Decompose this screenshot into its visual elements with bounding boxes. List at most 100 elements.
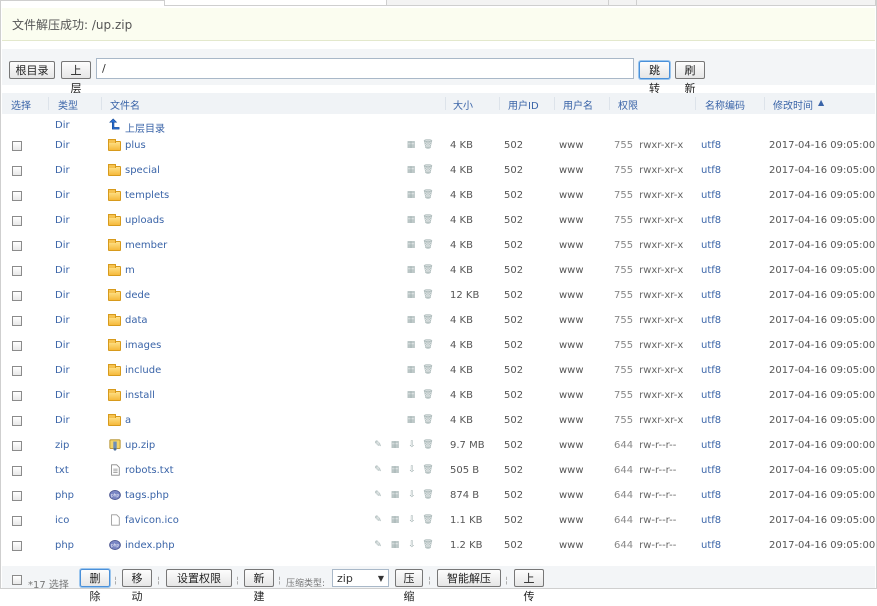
row-checkbox[interactable]	[12, 516, 22, 526]
row-checkbox[interactable]	[12, 341, 22, 351]
file-name-link[interactable]: install	[125, 390, 155, 401]
root-dir-button[interactable]: 根目录	[9, 61, 55, 79]
file-encoding[interactable]: utf8	[701, 240, 721, 251]
download-icon[interactable]: ⇩	[406, 515, 418, 525]
row-checkbox[interactable]	[12, 241, 22, 251]
trash-icon[interactable]: 🗑	[422, 540, 434, 550]
file-row[interactable]: Dir a ▦ 🗑 4 KB 502 www 755 rwxr-xr-x utf8 2017-04-…	[2, 409, 875, 434]
properties-icon[interactable]: ▦	[389, 515, 401, 525]
file-encoding[interactable]: utf8	[701, 340, 721, 351]
new-button[interactable]: 新建	[244, 569, 274, 603]
properties-icon[interactable]: ▦	[405, 390, 417, 400]
file-name-link[interactable]: robots.txt	[125, 465, 174, 476]
file-permission[interactable]: 644 rw-r--r--	[614, 465, 676, 476]
file-permission[interactable]: 755 rwxr-xr-x	[614, 165, 683, 176]
properties-icon[interactable]: ▦	[389, 440, 401, 450]
edit-icon[interactable]: ✎	[372, 465, 384, 475]
file-permission[interactable]: 755 rwxr-xr-x	[614, 390, 683, 401]
properties-icon[interactable]: ▦	[405, 290, 417, 300]
properties-icon[interactable]: ▦	[405, 340, 417, 350]
file-row[interactable]: Dir templets ▦ 🗑 4 KB 502 www 755 rwxr-xr-x utf8 2…	[2, 184, 875, 209]
properties-icon[interactable]: ▦	[405, 415, 417, 425]
file-permission[interactable]: 755 rwxr-xr-x	[614, 215, 683, 226]
file-encoding[interactable]: utf8	[701, 465, 721, 476]
properties-icon[interactable]: ▦	[405, 190, 417, 200]
file-encoding[interactable]: utf8	[701, 265, 721, 276]
file-encoding[interactable]: utf8	[701, 165, 721, 176]
tab-active[interactable]	[164, 0, 388, 6]
edit-icon[interactable]: ✎	[372, 490, 384, 500]
file-encoding[interactable]: utf8	[701, 140, 721, 151]
file-permission[interactable]: 755 rwxr-xr-x	[614, 240, 683, 251]
download-icon[interactable]: ⇩	[406, 490, 418, 500]
trash-icon[interactable]: 🗑	[422, 215, 434, 225]
col-size[interactable]: 大小	[453, 97, 473, 112]
download-icon[interactable]: ⇩	[406, 465, 418, 475]
file-row[interactable]: Dir install ▦ 🗑 4 KB 502 www 755 rwxr-xr-x utf8 20…	[2, 384, 875, 409]
row-checkbox[interactable]	[12, 541, 22, 551]
file-permission[interactable]: 755 rwxr-xr-x	[614, 365, 683, 376]
col-perm[interactable]: 权限	[618, 97, 638, 112]
row-checkbox[interactable]	[12, 166, 22, 176]
col-uid[interactable]: 用户ID	[508, 97, 539, 112]
edit-icon[interactable]: ✎	[372, 515, 384, 525]
file-permission[interactable]: 755 rwxr-xr-x	[614, 415, 683, 426]
row-checkbox[interactable]	[12, 391, 22, 401]
trash-icon[interactable]: 🗑	[422, 515, 434, 525]
trash-icon[interactable]: 🗑	[422, 290, 434, 300]
file-permission[interactable]: 644 rw-r--r--	[614, 515, 676, 526]
properties-icon[interactable]: ▦	[405, 240, 417, 250]
file-encoding[interactable]: utf8	[701, 315, 721, 326]
properties-icon[interactable]: ▦	[405, 165, 417, 175]
download-icon[interactable]: ⇩	[406, 540, 418, 550]
file-name-link[interactable]: up.zip	[125, 440, 155, 451]
trash-icon[interactable]: 🗑	[422, 190, 434, 200]
file-row[interactable]: zip up.zip ✎ ▦ ⇩ 🗑 9.7 MB 502 www 644 rw-r--r-- utf…	[2, 434, 875, 459]
trash-icon[interactable]: 🗑	[422, 490, 434, 500]
row-checkbox[interactable]	[12, 316, 22, 326]
row-checkbox[interactable]	[12, 216, 22, 226]
trash-icon[interactable]: 🗑	[422, 465, 434, 475]
file-permission[interactable]: 755 rwxr-xr-x	[614, 190, 683, 201]
edit-icon[interactable]: ✎	[372, 540, 384, 550]
go-button[interactable]: 跳转	[639, 61, 670, 95]
upload-button[interactable]: 上传	[514, 569, 544, 603]
file-row[interactable]: Dir plus ▦ 🗑 4 KB 502 www 755 rwxr-xr-x utf8 2017-…	[2, 134, 875, 159]
edit-icon[interactable]: ✎	[372, 440, 384, 450]
file-name-link[interactable]: plus	[125, 140, 146, 151]
properties-icon[interactable]: ▦	[389, 540, 401, 550]
file-name-link[interactable]: special	[125, 165, 160, 176]
properties-icon[interactable]: ▦	[405, 315, 417, 325]
up-level-button[interactable]: 上层	[61, 61, 91, 95]
properties-icon[interactable]: ▦	[405, 365, 417, 375]
move-button[interactable]: 移动	[122, 569, 152, 603]
file-row[interactable]: php php index.php ✎ ▦ ⇩ 🗑 1.2 KB 502 www 644 rw-r--…	[2, 534, 875, 559]
row-checkbox[interactable]	[12, 466, 22, 476]
trash-icon[interactable]: 🗑	[422, 365, 434, 375]
properties-icon[interactable]: ▦	[405, 140, 417, 150]
file-encoding[interactable]: utf8	[701, 215, 721, 226]
parent-dir-link[interactable]: 上层目录	[125, 120, 165, 135]
row-checkbox[interactable]	[12, 266, 22, 276]
tab-4[interactable]	[636, 0, 876, 6]
trash-icon[interactable]: 🗑	[422, 390, 434, 400]
col-type[interactable]: 类型	[58, 97, 78, 112]
file-permission[interactable]: 644 rw-r--r--	[614, 490, 676, 501]
row-checkbox[interactable]	[12, 366, 22, 376]
properties-icon[interactable]: ▦	[389, 465, 401, 475]
tab-3[interactable]	[608, 0, 638, 6]
trash-icon[interactable]: 🗑	[422, 315, 434, 325]
file-permission[interactable]: 755 rwxr-xr-x	[614, 290, 683, 301]
file-row[interactable]: txt robots.txt ✎ ▦ ⇩ 🗑 505 B 502 www 644 rw-r--r--…	[2, 459, 875, 484]
file-permission[interactable]: 644 rw-r--r--	[614, 440, 676, 451]
file-permission[interactable]: 644 rw-r--r--	[614, 540, 676, 551]
file-name-link[interactable]: templets	[125, 190, 169, 201]
trash-icon[interactable]: 🗑	[422, 165, 434, 175]
file-encoding[interactable]: utf8	[701, 515, 721, 526]
file-row[interactable]: ico favicon.ico ✎ ▦ ⇩ 🗑 1.1 KB 502 www 644 rw-r--r…	[2, 509, 875, 534]
file-row[interactable]: Dir m ▦ 🗑 4 KB 502 www 755 rwxr-xr-x utf8 2017-04-…	[2, 259, 875, 284]
file-encoding[interactable]: utf8	[701, 365, 721, 376]
trash-icon[interactable]: 🗑	[422, 415, 434, 425]
file-row[interactable]: php php tags.php ✎ ▦ ⇩ 🗑 874 B 502 www 644 rw-r--r-…	[2, 484, 875, 509]
properties-icon[interactable]: ▦	[389, 490, 401, 500]
